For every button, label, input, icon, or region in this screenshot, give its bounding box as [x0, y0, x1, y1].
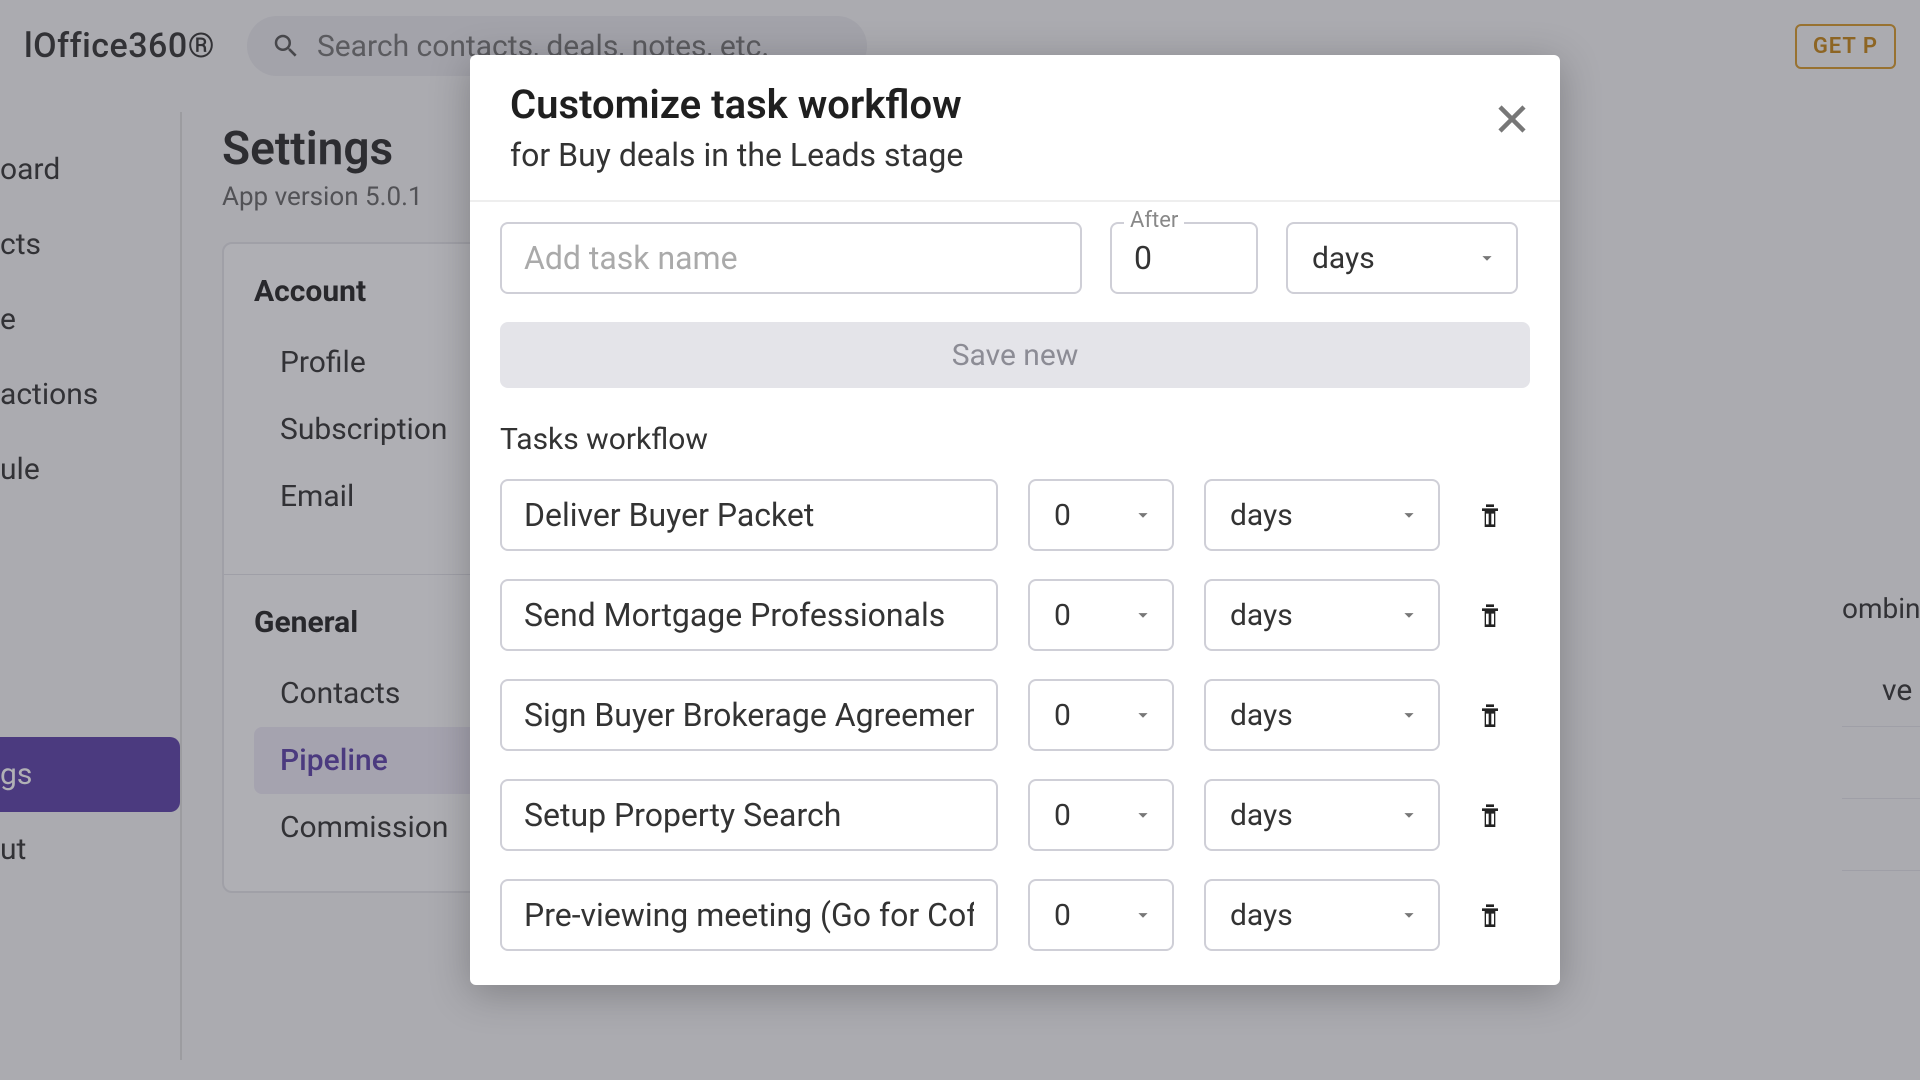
- task-list: 0 days 0 days 0 days: [500, 479, 1530, 951]
- trash-icon: [1474, 797, 1506, 833]
- select-value: 0: [1054, 898, 1071, 933]
- new-task-unit-select[interactable]: days: [1286, 222, 1518, 294]
- chevron-down-icon: [1132, 904, 1154, 926]
- trash-icon: [1474, 897, 1506, 933]
- select-value: days: [1230, 698, 1293, 733]
- select-value: days: [1230, 498, 1293, 533]
- task-name-input[interactable]: [500, 579, 998, 651]
- chevron-down-icon: [1398, 704, 1420, 726]
- chevron-down-icon: [1132, 704, 1154, 726]
- chevron-down-icon: [1132, 504, 1154, 526]
- task-unit-select[interactable]: days: [1204, 679, 1440, 751]
- chevron-down-icon: [1398, 804, 1420, 826]
- delete-task-button[interactable]: [1470, 797, 1510, 833]
- task-unit-select[interactable]: days: [1204, 779, 1440, 851]
- save-new-button[interactable]: Save new: [500, 322, 1530, 388]
- delete-task-button[interactable]: [1470, 697, 1510, 733]
- task-row: 0 days: [500, 579, 1530, 651]
- after-label: After: [1124, 208, 1184, 233]
- task-name-input[interactable]: [500, 679, 998, 751]
- delete-task-button[interactable]: [1470, 597, 1510, 633]
- select-value: days: [1230, 598, 1293, 633]
- new-task-name-input[interactable]: [500, 222, 1082, 294]
- select-value: 0: [1054, 498, 1071, 533]
- task-name-input[interactable]: [500, 479, 998, 551]
- trash-icon: [1474, 697, 1506, 733]
- trash-icon: [1474, 497, 1506, 533]
- modal-subtitle: for Buy deals in the Leads stage: [510, 136, 1520, 174]
- chevron-down-icon: [1398, 604, 1420, 626]
- modal-body: After days Save new Tasks workflow 0 day…: [470, 202, 1560, 985]
- task-name-input[interactable]: [500, 879, 998, 951]
- task-unit-select[interactable]: days: [1204, 879, 1440, 951]
- select-value: 0: [1054, 698, 1071, 733]
- chevron-down-icon: [1398, 504, 1420, 526]
- task-row: 0 days: [500, 879, 1530, 951]
- select-value: 0: [1054, 598, 1071, 633]
- delete-task-button[interactable]: [1470, 897, 1510, 933]
- task-num-select[interactable]: 0: [1028, 579, 1174, 651]
- tasks-workflow-label: Tasks workflow: [500, 422, 1530, 457]
- customize-workflow-modal: Customize task workflow for Buy deals in…: [470, 55, 1560, 985]
- select-value: days: [1312, 241, 1375, 276]
- task-num-select[interactable]: 0: [1028, 779, 1174, 851]
- task-num-select[interactable]: 0: [1028, 879, 1174, 951]
- trash-icon: [1474, 597, 1506, 633]
- modal-header: Customize task workflow for Buy deals in…: [470, 55, 1560, 202]
- close-icon[interactable]: [1494, 101, 1530, 137]
- task-num-select[interactable]: 0: [1028, 679, 1174, 751]
- select-value: days: [1230, 798, 1293, 833]
- chevron-down-icon: [1132, 604, 1154, 626]
- chevron-down-icon: [1398, 904, 1420, 926]
- select-value: 0: [1054, 798, 1071, 833]
- task-unit-select[interactable]: days: [1204, 579, 1440, 651]
- new-task-row: After days: [500, 222, 1530, 294]
- modal-title: Customize task workflow: [510, 81, 1520, 128]
- chevron-down-icon: [1476, 247, 1498, 269]
- task-name-input[interactable]: [500, 779, 998, 851]
- task-row: 0 days: [500, 779, 1530, 851]
- delete-task-button[interactable]: [1470, 497, 1510, 533]
- select-value: days: [1230, 898, 1293, 933]
- task-row: 0 days: [500, 679, 1530, 751]
- task-unit-select[interactable]: days: [1204, 479, 1440, 551]
- chevron-down-icon: [1132, 804, 1154, 826]
- task-row: 0 days: [500, 479, 1530, 551]
- task-num-select[interactable]: 0: [1028, 479, 1174, 551]
